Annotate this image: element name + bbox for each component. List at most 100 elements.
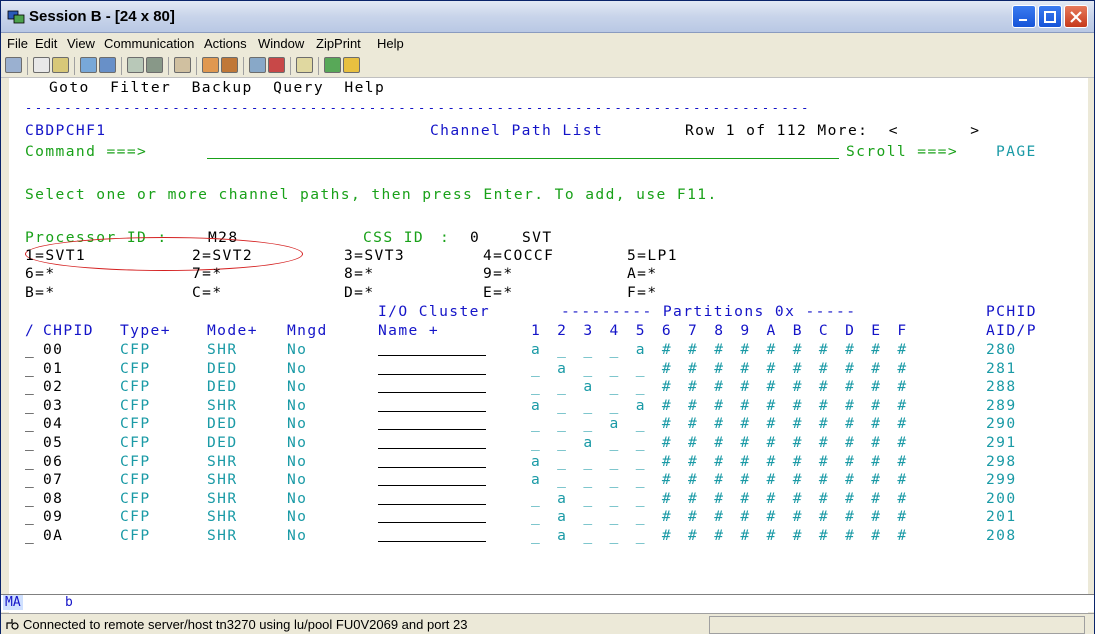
io-cluster-header: I/O Cluster: [378, 303, 491, 320]
row-select-field[interactable]: _: [25, 526, 35, 545]
command-input[interactable]: [207, 158, 839, 159]
type-cell: CFP: [120, 471, 151, 489]
aidp-header: AID/P: [986, 322, 1037, 339]
partitions-cell: a _ _ _ _ # # # # # # # # # #: [531, 471, 911, 489]
row-select-field[interactable]: _: [25, 489, 35, 508]
type-cell: CFP: [120, 489, 151, 507]
pchid-cell: 280: [986, 341, 1017, 358]
partition-map-item: C=*: [192, 284, 223, 301]
panel-id: CBDPCHF1: [25, 122, 107, 139]
session-icon-button[interactable]: [5, 57, 22, 73]
instruction-text: Select one or more channel paths, then p…: [25, 186, 718, 203]
cluster-name-input[interactable]: [378, 355, 486, 356]
display-icon[interactable]: [127, 57, 144, 73]
terminal-screen[interactable]: Goto Filter Backup Query Help ----------…: [9, 78, 1088, 614]
cluster-name-input[interactable]: [378, 522, 486, 524]
maximize-icon: [1044, 10, 1056, 23]
chpid-cell: 03: [43, 396, 64, 414]
minimize-button[interactable]: [1012, 5, 1036, 28]
paste-icon[interactable]: [52, 57, 69, 73]
cluster-name-input[interactable]: [378, 541, 486, 542]
pchid-cell: 299: [986, 471, 1017, 489]
cluster-name-input[interactable]: [378, 485, 486, 487]
action-bar[interactable]: Goto Filter Backup Query Help: [49, 78, 385, 97]
mngd-cell: No: [287, 508, 308, 526]
partitions-cell: _ _ _ a _ # # # # # # # # # #: [531, 415, 911, 433]
record-icon[interactable]: [202, 57, 219, 73]
partition-map-item: D=*: [344, 284, 375, 301]
partition-map-item: E=*: [483, 284, 514, 301]
menu-communication[interactable]: Communication: [104, 36, 194, 51]
cluster-name-input[interactable]: [378, 410, 486, 412]
mode-cell: SHR: [207, 489, 238, 507]
menu-file[interactable]: File: [7, 36, 28, 51]
partition-map-item: 9=*: [483, 265, 514, 282]
edit-pencil-icon[interactable]: [343, 57, 360, 73]
macro-icon[interactable]: [174, 57, 191, 73]
menu-edit[interactable]: Edit: [35, 36, 57, 51]
status-pane: [709, 616, 1085, 634]
pchid-cell: 201: [986, 508, 1017, 526]
row-select-field[interactable]: _: [25, 507, 35, 526]
partitions-cell: _ a _ _ _ # # # # # # # # # #: [531, 527, 911, 544]
mode-cell: DED: [207, 415, 238, 433]
mngd-cell: No: [287, 359, 308, 377]
cluster-name-input[interactable]: [378, 373, 486, 375]
play-icon[interactable]: [221, 57, 238, 73]
cluster-name-input[interactable]: [378, 392, 486, 394]
cluster-name-input[interactable]: [378, 429, 486, 431]
menu-actions[interactable]: Actions: [204, 36, 247, 51]
receive-icon[interactable]: [99, 57, 116, 73]
close-button[interactable]: [1064, 5, 1088, 28]
row-select-field[interactable]: _: [25, 470, 35, 489]
row-select-field[interactable]: _: [25, 359, 35, 378]
menu-zipprint[interactable]: ZipPrint: [316, 36, 361, 51]
partition-map-item: 7=*: [192, 265, 223, 282]
oia-ma-indicator: MA: [3, 595, 23, 610]
transfer-icon[interactable]: [249, 57, 266, 73]
row-select-field[interactable]: _: [25, 377, 35, 396]
row-select-field[interactable]: _: [25, 452, 35, 471]
mode-header: Mode+: [207, 322, 258, 339]
menu-help[interactable]: Help: [377, 36, 404, 51]
menu-view[interactable]: View: [67, 36, 95, 51]
partition-map-item: 2=SVT2: [192, 247, 254, 264]
partitions-cell: _ _ a _ _ # # # # # # # # # #: [531, 378, 911, 396]
menu-window[interactable]: Window: [258, 36, 304, 51]
mode-cell: DED: [207, 434, 238, 451]
pchid-cell: 208: [986, 527, 1017, 544]
mode-cell: DED: [207, 359, 238, 377]
title-bar[interactable]: Session B - [24 x 80]: [1, 1, 1094, 33]
globe-icon[interactable]: [324, 57, 341, 73]
mngd-cell: No: [287, 341, 308, 358]
cluster-name-input[interactable]: [378, 503, 486, 505]
css-id-value: 0: [470, 229, 481, 246]
copy-icon[interactable]: [33, 57, 50, 73]
clipboard-icon[interactable]: [296, 57, 313, 73]
mngd-cell: No: [287, 471, 308, 489]
cluster-name-input[interactable]: [378, 466, 486, 468]
pchid-cell: 288: [986, 378, 1017, 396]
mngd-cell: No: [287, 378, 308, 396]
partitions-cell: a _ _ _ a # # # # # # # # # #: [531, 341, 911, 358]
row-select-field[interactable]: _: [25, 396, 35, 415]
row-select-field[interactable]: _: [25, 414, 35, 433]
chpid-cell: 05: [43, 434, 64, 451]
scroll-value[interactable]: PAGE: [996, 142, 1037, 161]
partition-columns-header: 1 2 3 4 5 6 7 8 9 A B C D E F: [531, 322, 911, 339]
name-header: Name +: [378, 322, 440, 339]
keyboard-icon[interactable]: [146, 57, 163, 73]
type-cell: CFP: [120, 452, 151, 470]
type-cell: CFP: [120, 341, 151, 358]
maximize-button[interactable]: [1038, 5, 1062, 28]
mngd-header: Mngd: [287, 322, 328, 339]
cluster-name-input[interactable]: [378, 448, 486, 449]
row-select-field[interactable]: _: [25, 340, 35, 359]
emulator-window: Session B - [24 x 80] File Edit View Com…: [0, 0, 1095, 634]
menu-bar: File Edit View Communication Actions Win…: [1, 34, 1094, 54]
partition-map-item: 1=SVT1: [25, 247, 87, 264]
send-icon[interactable]: [80, 57, 97, 73]
mode-cell: SHR: [207, 341, 238, 358]
row-select-field[interactable]: _: [25, 433, 35, 452]
disconnect-icon[interactable]: [268, 57, 285, 73]
